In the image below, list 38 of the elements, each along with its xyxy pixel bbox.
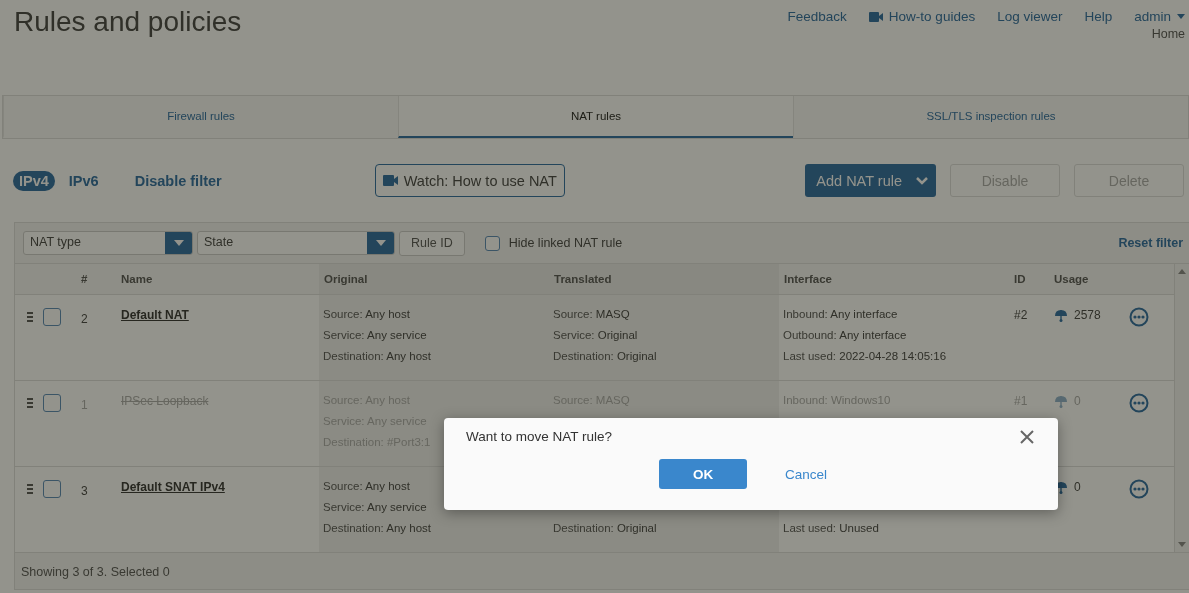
table-cell: Source: Any host Service: Any service Destination: Any host [319, 295, 549, 381]
column-header[interactable]: Usage [1049, 264, 1124, 295]
column-header[interactable]: Translated [549, 264, 779, 295]
tab[interactable]: SSL/TLS inspection rules [793, 96, 1188, 138]
header-link[interactable]: Log viewer [997, 9, 1063, 24]
ip-version-toggle[interactable]: IPv4 [13, 170, 55, 191]
add-nat-rule-button[interactable]: Add NAT rule [805, 164, 936, 197]
column-header[interactable]: # [76, 264, 116, 295]
usage-count: 0 [1074, 480, 1081, 494]
ip-version-toggle[interactable]: IPv6 [62, 170, 105, 191]
rule-number: 2 [81, 312, 88, 326]
column-header[interactable]: Interface [779, 264, 1009, 295]
rule-name-link[interactable]: Default NAT [121, 308, 189, 322]
hide-linked-checkbox[interactable]: Hide linked NAT rule [484, 235, 623, 251]
user-menu[interactable]: admin [1134, 9, 1185, 24]
header-link[interactable]: How-to guides [868, 9, 976, 24]
rule-id: #2 [1014, 308, 1028, 322]
column-header[interactable]: Original [319, 264, 549, 295]
column-header[interactable]: ID [1009, 264, 1049, 295]
tab[interactable]: NAT rules [398, 96, 793, 138]
watch-video-button[interactable]: Watch: How to use NAT [374, 164, 565, 197]
nat-type-dropdown[interactable]: NAT type [23, 231, 193, 255]
breadcrumb[interactable]: Home [1151, 27, 1185, 41]
rule-name-link[interactable]: Default SNAT IPv4 [121, 480, 225, 494]
rule-number: 3 [81, 484, 88, 498]
page-title: Rules and policies [14, 6, 242, 39]
usage-count: 2578 [1074, 308, 1101, 322]
cancel-link[interactable]: Cancel [785, 466, 828, 482]
rule-id-field[interactable]: Rule ID [399, 230, 465, 256]
table-cell: Inbound: Any interface Outbound: Any interface Last used: 2022-04-28 14:05:16 [779, 295, 1009, 381]
header-link[interactable]: Help [1084, 9, 1113, 24]
table-cell: Source: MASQ Service: Original Destination: Original [549, 295, 779, 381]
reset-filter-link[interactable]: Reset filter [1118, 236, 1183, 250]
header-link[interactable]: Feedback [787, 9, 847, 24]
state-dropdown[interactable]: State [197, 231, 395, 255]
disable-filter-link[interactable]: Disable filter [134, 172, 222, 189]
status-text: Showing 3 of 3. Selected 0 [21, 564, 170, 579]
ok-button[interactable]: OK [659, 459, 747, 489]
